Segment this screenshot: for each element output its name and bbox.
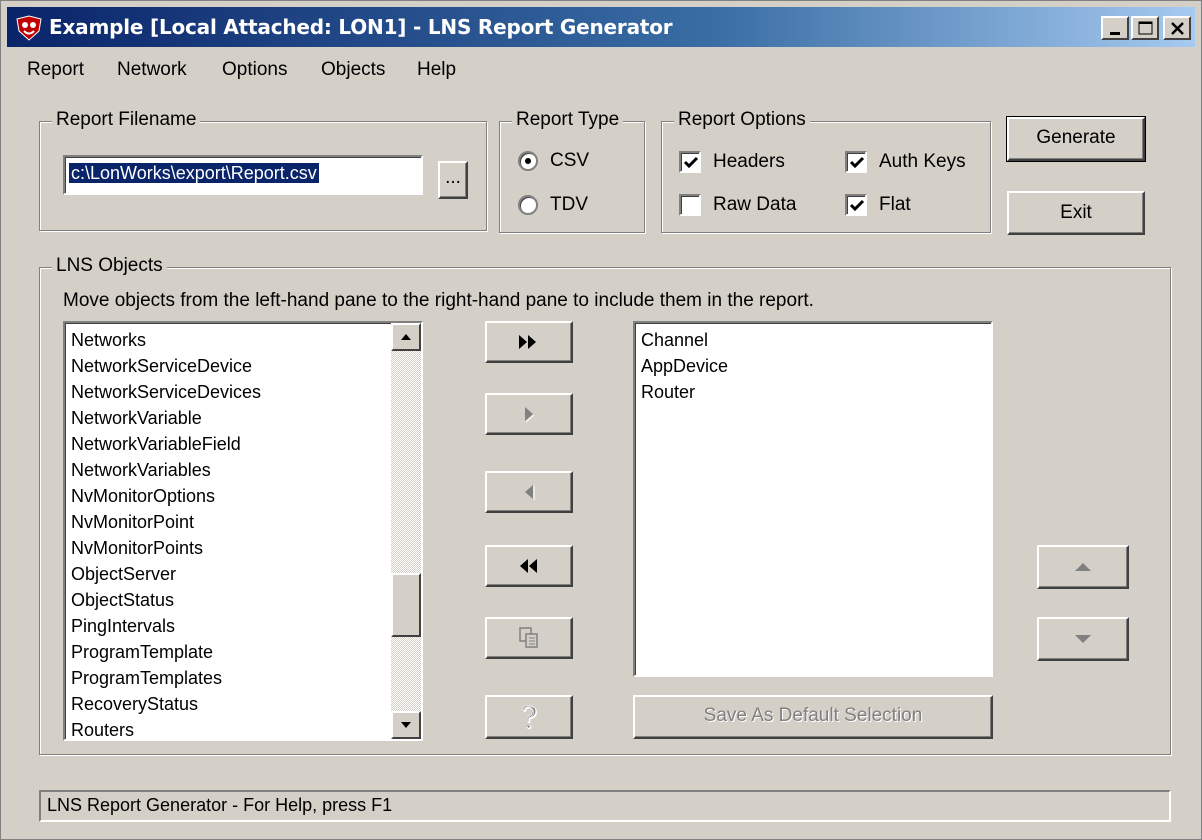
report-type-group: Report Type — [499, 109, 645, 233]
report-type-legend: Report Type — [512, 109, 624, 131]
browse-label: ... — [445, 167, 461, 188]
exit-button[interactable]: Exit — [1007, 191, 1145, 235]
minimize-button[interactable] — [1101, 16, 1129, 40]
available-list-scrollbar[interactable] — [391, 323, 421, 739]
selected-list-item[interactable]: Router — [635, 379, 991, 405]
report-filename-value: c:\LonWorks\export\Report.csv — [69, 163, 319, 183]
flat-checkbox[interactable] — [845, 194, 867, 216]
scroll-up-button[interactable] — [391, 323, 421, 351]
minimize-icon — [1110, 32, 1120, 35]
double-left-icon — [520, 559, 537, 573]
window-title: Example [Local Attached: LON1] - LNS Rep… — [49, 15, 673, 39]
app-icon[interactable] — [15, 15, 43, 41]
lns-objects-legend: LNS Objects — [52, 255, 167, 277]
available-list-item[interactable]: NetworkVariableField — [65, 431, 391, 457]
generate-label: Generate — [1036, 127, 1116, 148]
move-down-button[interactable] — [1037, 617, 1129, 661]
menu-options[interactable]: Options — [222, 59, 287, 81]
double-right-icon — [519, 335, 536, 349]
status-text: LNS Report Generator - For Help, press F… — [47, 795, 393, 815]
report-filename-input[interactable]: c:\LonWorks\export\Report.csv — [63, 155, 423, 195]
available-list-item[interactable]: RecoveryStatus — [65, 691, 391, 717]
save-default-label: Save As Default Selection — [703, 705, 923, 726]
svg-text:?: ? — [521, 701, 537, 736]
move-up-button[interactable] — [1037, 545, 1129, 589]
available-list-item[interactable]: NetworkVariables — [65, 457, 391, 483]
help-button[interactable]: ? — [485, 695, 573, 739]
left-icon — [525, 485, 535, 500]
available-list-item[interactable]: ProgramTemplates — [65, 665, 391, 691]
report-options-group: Report Options — [661, 109, 991, 233]
help-icon: ? — [521, 701, 538, 737]
available-objects-list[interactable]: Networks NetworkServiceDevice NetworkServi… — [63, 321, 423, 741]
report-filename-legend: Report Filename — [52, 109, 201, 131]
title-bar[interactable]: Example [Local Attached: LON1] - LNS Rep… — [7, 7, 1195, 47]
checkmark-icon — [849, 199, 865, 212]
available-list-item[interactable]: ProgramTemplate — [65, 639, 391, 665]
report-options-legend: Report Options — [674, 109, 810, 131]
menu-report[interactable]: Report — [27, 59, 84, 81]
available-list-item[interactable]: ObjectStatus — [65, 587, 391, 613]
csv-label: CSV — [550, 150, 590, 171]
selected-objects-list[interactable]: Channel AppDevice Router — [633, 321, 993, 677]
available-items: Networks NetworkServiceDevice NetworkServi… — [65, 323, 421, 739]
maximize-icon — [1138, 21, 1153, 35]
menu-network[interactable]: Network — [117, 59, 187, 81]
available-list-item[interactable]: NetworkVariable — [65, 405, 391, 431]
csv-radio[interactable] — [518, 151, 538, 171]
selected-items: Channel AppDevice Router — [635, 323, 991, 405]
add-all-button[interactable] — [485, 321, 573, 363]
scroll-down-icon — [401, 722, 411, 728]
copy-icon — [519, 627, 538, 648]
remove-button[interactable] — [485, 471, 573, 513]
right-icon — [525, 407, 535, 423]
menu-objects[interactable]: Objects — [321, 59, 385, 81]
menu-help[interactable]: Help — [417, 59, 456, 81]
maximize-button[interactable] — [1131, 16, 1159, 40]
auth-keys-checkbox[interactable] — [845, 151, 867, 173]
app-window: Example [Local Attached: LON1] - LNS Rep… — [0, 0, 1202, 840]
selected-list-item[interactable]: Channel — [635, 327, 991, 353]
scroll-down-button[interactable] — [391, 711, 421, 739]
available-list-item[interactable]: NvMonitorOptions — [65, 483, 391, 509]
lns-objects-instructions: Move objects from the left-hand pane to … — [63, 290, 814, 311]
raw-data-checkbox[interactable] — [679, 194, 701, 216]
available-list-item[interactable]: Routers — [65, 717, 391, 739]
close-button[interactable] — [1163, 16, 1191, 40]
scroll-thumb[interactable] — [391, 573, 421, 637]
browse-button[interactable]: ... — [438, 161, 468, 199]
available-list-item[interactable]: NetworkServiceDevices — [65, 379, 391, 405]
copy-button[interactable] — [485, 617, 573, 659]
up-arrow-icon — [1075, 563, 1091, 571]
auth-keys-label: Auth Keys — [879, 151, 966, 172]
remove-all-button[interactable] — [485, 545, 573, 587]
checkmark-icon — [849, 156, 865, 169]
close-icon — [1171, 22, 1184, 35]
scroll-up-icon — [401, 334, 411, 340]
raw-data-label: Raw Data — [713, 194, 797, 215]
available-list-item[interactable]: NvMonitorPoint — [65, 509, 391, 535]
status-bar: LNS Report Generator - For Help, press F… — [39, 790, 1171, 822]
save-default-button[interactable]: Save As Default Selection — [633, 695, 993, 739]
add-button[interactable] — [485, 393, 573, 435]
generate-button[interactable]: Generate — [1006, 116, 1146, 162]
available-list-item[interactable]: NetworkServiceDevice — [65, 353, 391, 379]
headers-label: Headers — [713, 151, 785, 172]
exit-label: Exit — [1060, 202, 1092, 223]
available-list-item[interactable]: Networks — [65, 327, 391, 353]
available-list-item[interactable]: PingIntervals — [65, 613, 391, 639]
available-list-item[interactable]: NvMonitorPoints — [65, 535, 391, 561]
selected-list-item[interactable]: AppDevice — [635, 353, 991, 379]
available-list-item[interactable]: ObjectServer — [65, 561, 391, 587]
flat-label: Flat — [879, 194, 911, 215]
checkmark-icon — [683, 156, 699, 169]
tdv-label: TDV — [550, 194, 588, 215]
down-arrow-icon — [1075, 635, 1091, 643]
tdv-radio[interactable] — [518, 195, 538, 215]
headers-checkbox[interactable] — [679, 151, 701, 173]
